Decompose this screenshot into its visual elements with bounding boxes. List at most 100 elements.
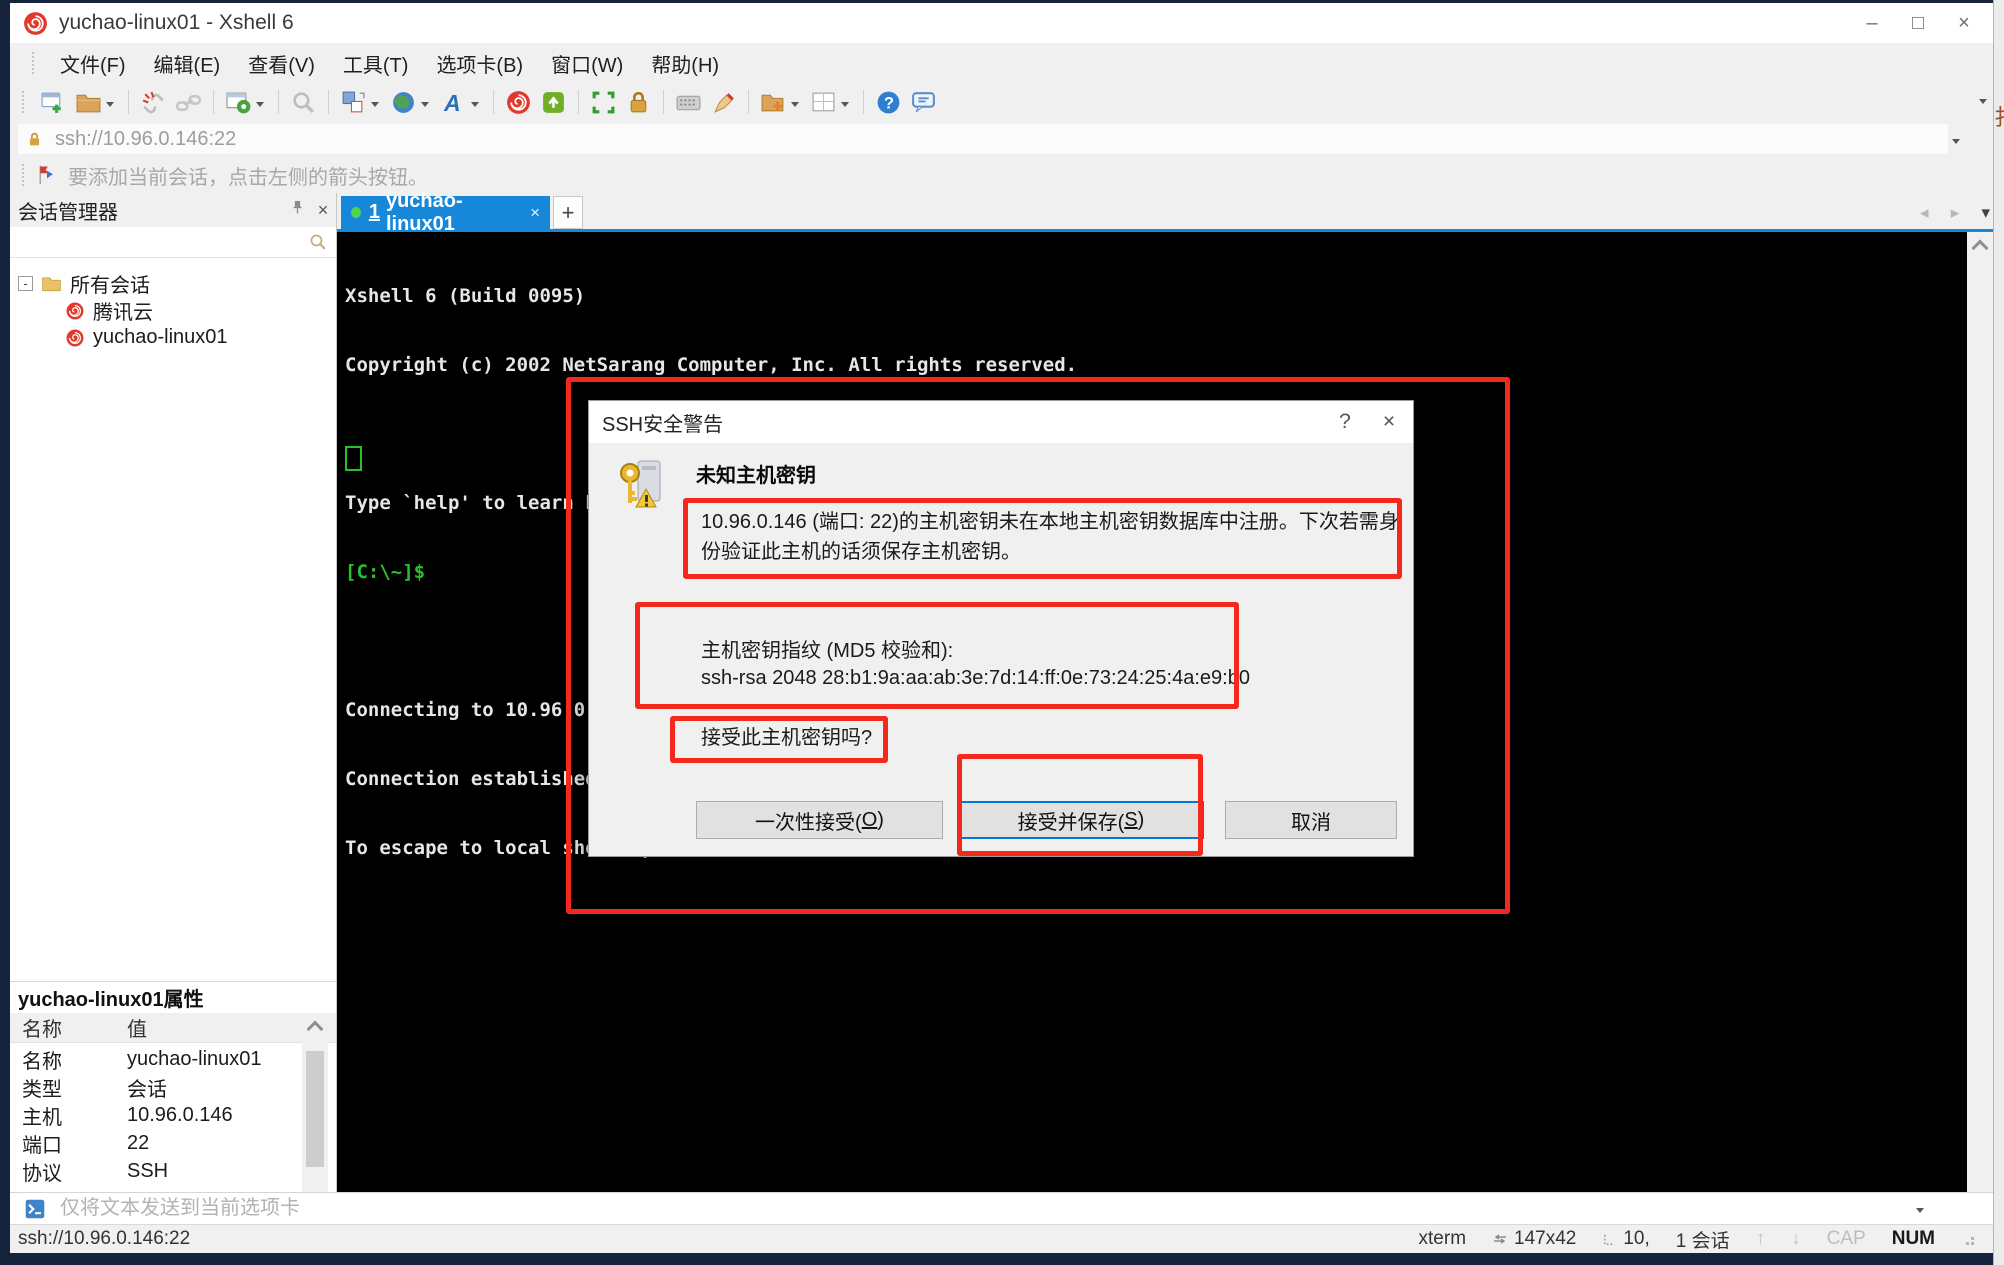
folder-icon bbox=[41, 273, 62, 294]
dropdown-caret-icon[interactable] bbox=[256, 102, 264, 111]
info-bar: 要添加当前会话，点击左侧的箭头按钮。 bbox=[10, 157, 1993, 193]
open-folder-icon bbox=[75, 89, 102, 116]
minimize-button[interactable]: – bbox=[1849, 7, 1895, 39]
menu-file[interactable]: 文件(F) bbox=[46, 49, 140, 78]
new-folder-button[interactable] bbox=[756, 86, 806, 118]
web-button[interactable] bbox=[386, 86, 436, 118]
tree-item-all-sessions[interactable]: - 所有会话 bbox=[18, 270, 150, 297]
panel-close-button[interactable]: × bbox=[310, 200, 336, 221]
property-row[interactable]: 主机10.96.0.146 bbox=[10, 1101, 302, 1129]
virtual-keyboard-button[interactable] bbox=[671, 86, 706, 118]
highlight-button[interactable] bbox=[706, 86, 741, 118]
toolbar: A ? bbox=[10, 83, 1993, 121]
session-search-box[interactable] bbox=[10, 227, 336, 258]
address-bar bbox=[10, 121, 1993, 157]
pin-icon[interactable] bbox=[284, 199, 310, 221]
screen-layout-icon bbox=[340, 89, 367, 116]
open-folder-button[interactable] bbox=[71, 86, 121, 118]
dropdown-caret-icon[interactable] bbox=[371, 102, 379, 111]
cursor-position-icon bbox=[1602, 1232, 1617, 1247]
menu-window[interactable]: 窗口(W) bbox=[537, 49, 637, 78]
send-message-icon bbox=[910, 89, 937, 116]
new-session-button[interactable] bbox=[36, 86, 71, 118]
compose-input[interactable] bbox=[58, 1196, 1912, 1221]
annotation-box-fingerprint bbox=[635, 602, 1239, 709]
resize-grip-icon[interactable] bbox=[1961, 1232, 1975, 1246]
tab-number: 1 bbox=[369, 201, 380, 224]
screen-layout-button[interactable] bbox=[336, 86, 386, 118]
menu-tab[interactable]: 选项卡(B) bbox=[422, 49, 537, 78]
maximize-button[interactable]: □ bbox=[1895, 7, 1941, 39]
font-button[interactable]: A bbox=[436, 86, 486, 118]
tab-label: yuchao-linux01 bbox=[386, 190, 516, 236]
property-row[interactable]: 端口22 bbox=[10, 1129, 302, 1157]
xshell-icon bbox=[505, 89, 532, 116]
terminal-cursor bbox=[345, 446, 362, 471]
compose-dropdown-caret[interactable] bbox=[1916, 1208, 1924, 1217]
prop-key: 协议 bbox=[10, 1157, 127, 1186]
dropdown-caret-icon[interactable] bbox=[791, 102, 799, 111]
size-icon bbox=[1492, 1231, 1508, 1247]
dropdown-caret-icon[interactable] bbox=[841, 102, 849, 111]
menu-edit[interactable]: 编辑(E) bbox=[140, 49, 235, 78]
tab-close-icon[interactable]: × bbox=[530, 203, 540, 223]
properties-scroll-thumb[interactable] bbox=[306, 1051, 324, 1167]
disconnect-icon bbox=[140, 89, 167, 116]
menu-help[interactable]: 帮助(H) bbox=[637, 49, 733, 78]
close-button[interactable]: × bbox=[1941, 7, 1987, 39]
find-button[interactable] bbox=[286, 86, 321, 118]
menu-view[interactable]: 查看(V) bbox=[234, 49, 329, 78]
status-position: 10, bbox=[1623, 1228, 1649, 1250]
disconnect-button[interactable] bbox=[136, 86, 171, 118]
menu-tools[interactable]: 工具(T) bbox=[329, 49, 423, 78]
tree-item-tencent[interactable]: 腾讯云 bbox=[65, 297, 153, 324]
annotation-box-message bbox=[683, 498, 1402, 579]
status-terminal-type: xterm bbox=[1419, 1228, 1467, 1250]
property-row[interactable]: 名称yuchao-linux01 bbox=[10, 1045, 302, 1073]
help-button[interactable]: ? bbox=[871, 86, 906, 118]
session-icon bbox=[65, 301, 85, 321]
prop-value: yuchao-linux01 bbox=[127, 1048, 262, 1071]
tab-next-icon[interactable]: ▸ bbox=[1951, 203, 1960, 223]
property-row[interactable]: 类型会话 bbox=[10, 1073, 302, 1101]
reconnect-icon bbox=[175, 89, 202, 116]
dropdown-caret-icon[interactable] bbox=[421, 102, 429, 111]
highlight-icon bbox=[710, 89, 737, 116]
property-row[interactable]: 协议SSH bbox=[10, 1157, 302, 1185]
properties-header: 名称 值 bbox=[10, 1013, 336, 1043]
send-message-button[interactable] bbox=[906, 86, 941, 118]
toolbar-overflow-caret[interactable] bbox=[1975, 104, 1990, 122]
fullscreen-button[interactable] bbox=[586, 86, 621, 118]
status-num-lock: NUM bbox=[1892, 1228, 1935, 1250]
tree-item-yuchao-linux01[interactable]: yuchao-linux01 bbox=[65, 324, 228, 351]
dropdown-caret-icon[interactable] bbox=[106, 102, 114, 111]
xftp-button[interactable] bbox=[536, 86, 571, 118]
session-manager-title: 会话管理器 bbox=[18, 196, 118, 225]
session-manager-header: 会话管理器 × bbox=[10, 193, 336, 227]
xshell-button[interactable] bbox=[501, 86, 536, 118]
tab-prev-icon[interactable]: ◂ bbox=[1920, 203, 1929, 223]
tree-item-label: 腾讯云 bbox=[93, 296, 153, 325]
status-bar: ssh://10.96.0.146:22 xterm 147x42 10, 1 … bbox=[10, 1224, 1993, 1253]
tab-yuchao-linux01[interactable]: 1 yuchao-linux01 × bbox=[341, 196, 550, 229]
terminal-scrollbar[interactable] bbox=[1967, 232, 1993, 1192]
tree-item-label: 所有会话 bbox=[70, 269, 150, 298]
tile-windows-button[interactable] bbox=[806, 86, 856, 118]
reconnect-button[interactable] bbox=[171, 86, 206, 118]
address-lock-icon bbox=[26, 131, 43, 148]
session-properties-button[interactable] bbox=[221, 86, 271, 118]
scroll-up-arrow-icon[interactable]: ↑ bbox=[1756, 1228, 1766, 1250]
lock-button[interactable] bbox=[621, 86, 656, 118]
dropdown-caret-icon[interactable] bbox=[471, 102, 479, 111]
scroll-down-arrow-icon[interactable]: ↓ bbox=[1791, 1228, 1801, 1250]
address-field[interactable] bbox=[18, 124, 1948, 154]
tab-nav: ◂ ▸ ▾ bbox=[1920, 196, 1990, 229]
tab-menu-caret[interactable]: ▾ bbox=[1981, 203, 1990, 223]
menu-bar: 文件(F) 编辑(E) 查看(V) 工具(T) 选项卡(B) 窗口(W) 帮助(… bbox=[10, 43, 1993, 83]
address-dropdown-caret[interactable] bbox=[1952, 139, 1960, 148]
terminal-line: Copyright (c) 2002 NetSarang Computer, I… bbox=[345, 354, 1077, 377]
column-value: 值 bbox=[127, 1013, 147, 1042]
tree-expander-icon[interactable]: - bbox=[18, 276, 33, 291]
new-tab-button[interactable]: + bbox=[553, 196, 583, 229]
address-input[interactable] bbox=[53, 127, 1857, 152]
